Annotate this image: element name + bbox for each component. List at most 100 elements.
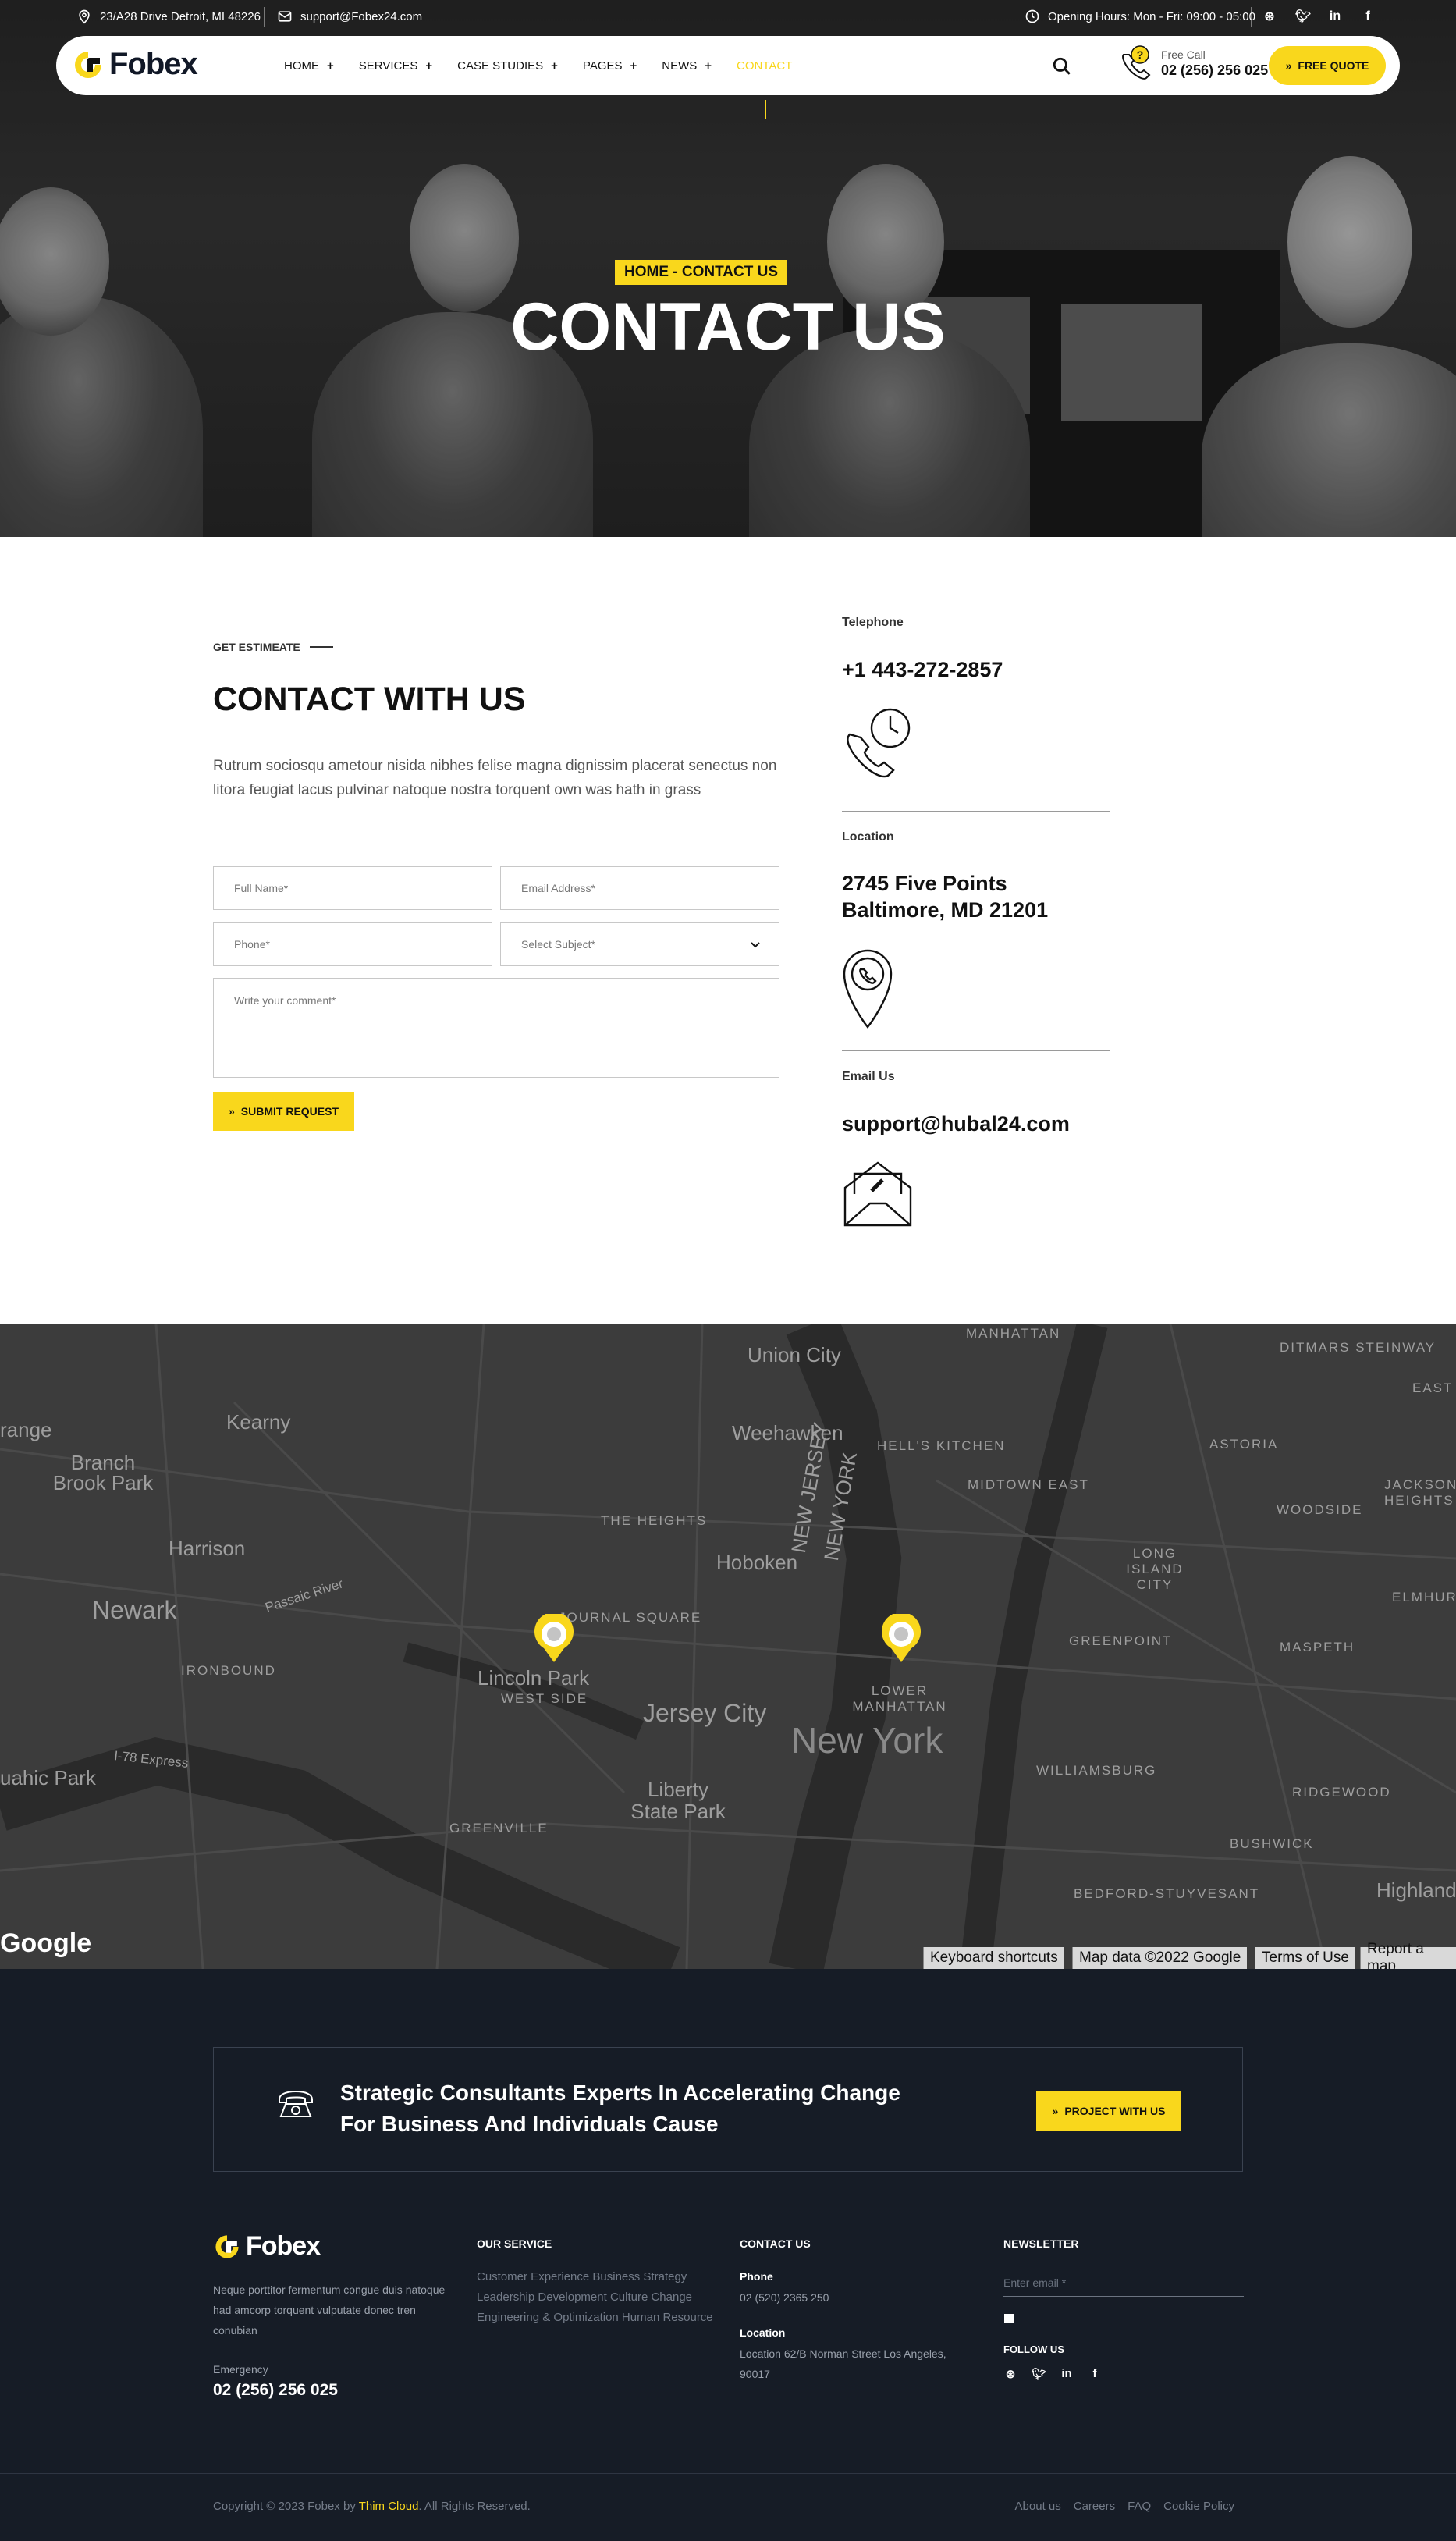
footer-phone[interactable]: 02 (520) 2365 250: [740, 2287, 829, 2308]
phone-placeholder: Phone*: [234, 938, 270, 951]
map-label: Newark: [92, 1596, 177, 1624]
map-label: EAST E: [1412, 1381, 1456, 1395]
facebook-icon[interactable]: f: [1088, 2367, 1102, 2381]
double-chevron-icon: »: [1052, 2105, 1059, 2117]
double-chevron-icon: »: [228, 1105, 235, 1118]
map-marker-icon[interactable]: [533, 1614, 575, 1664]
map-label: Jersey City: [643, 1699, 767, 1727]
map-report[interactable]: Report a map: [1360, 1941, 1456, 1969]
plus-icon: +: [630, 59, 637, 73]
twitter-icon[interactable]: 🐦︎: [1032, 2367, 1046, 2381]
topbar-email[interactable]: support@Fobex24.com: [277, 9, 422, 24]
search-icon[interactable]: [1052, 56, 1072, 76]
map-label: Kearny: [226, 1410, 291, 1434]
topbar-address-text: 23/A28 Drive Detroit, MI 48226: [100, 9, 261, 23]
menu-item-services[interactable]: SERVICES +: [359, 59, 432, 73]
section-eyebrow: GET ESTIMEATE: [213, 641, 333, 653]
footer-service-link[interactable]: Leadership Development Culture Change: [477, 2287, 692, 2308]
footer-link-careers[interactable]: Careers: [1074, 2500, 1115, 2513]
free-quote-button[interactable]: » FREE QUOTE: [1269, 46, 1386, 85]
newsletter-checkbox[interactable]: [1004, 2314, 1014, 2323]
map-label: GREENVILLE: [449, 1821, 549, 1836]
linkedin-icon[interactable]: in: [1328, 9, 1342, 23]
footer-link-faq[interactable]: FAQ: [1128, 2500, 1151, 2513]
subject-select[interactable]: Select Subject*: [500, 922, 779, 966]
map-label: Hoboken: [716, 1551, 798, 1574]
footer-link-cookie[interactable]: Cookie Policy: [1163, 2500, 1234, 2513]
menu-item-home[interactable]: HOME +: [284, 59, 334, 73]
facebook-icon[interactable]: f: [1361, 9, 1375, 23]
menu-item-label: CASE STUDIES: [457, 59, 544, 73]
project-with-us-button[interactable]: » PROJECT WITH US: [1036, 2091, 1181, 2131]
site-footer: Strategic Consultants Experts In Acceler…: [0, 1969, 1456, 2541]
map-label: JOURNAL SQUARE: [559, 1610, 702, 1625]
email-field[interactable]: Email Address*: [500, 866, 779, 910]
footer-link-about[interactable]: About us: [1015, 2500, 1061, 2513]
emergency-phone[interactable]: 02 (256) 256 025: [213, 2381, 338, 2400]
map-label: New York: [791, 1720, 943, 1761]
cta-text: Strategic Consultants Experts In Acceler…: [340, 2077, 900, 2140]
call-label: Free Call: [1161, 48, 1206, 61]
topbar-divider: [264, 7, 265, 27]
map-data-attribution[interactable]: Map data ©2022 Google: [1072, 1947, 1248, 1969]
main-menu: HOME + SERVICES + CASE STUDIES + PAGES + NEW…: [284, 36, 792, 119]
topbar-email-text[interactable]: support@Fobex24.com: [300, 10, 422, 23]
map-label: RIDGEWOOD: [1292, 1785, 1391, 1800]
copyright-brand-link[interactable]: Thim Cloud: [359, 2500, 419, 2513]
subject-selected-value: Select Subject*: [521, 938, 595, 951]
map-label: JACKSON HEIGHTS: [1384, 1477, 1456, 1508]
full-name-field[interactable]: Full Name*: [213, 866, 492, 910]
dribbble-icon[interactable]: ⊛: [1262, 9, 1277, 24]
telephone-value[interactable]: +1 443-272-2857: [842, 656, 1003, 683]
follow-us-label: FOLLOW US: [1003, 2344, 1064, 2355]
menu-item-case-studies[interactable]: CASE STUDIES +: [457, 59, 558, 73]
newsletter-email-input[interactable]: Enter email *: [1003, 2269, 1244, 2297]
phone-field[interactable]: Phone*: [213, 922, 492, 966]
footer-service-title: OUR SERVICE: [477, 2237, 552, 2250]
linkedin-icon[interactable]: in: [1060, 2367, 1074, 2381]
map-label: IRONBOUND: [181, 1663, 276, 1678]
eyebrow-line: [309, 646, 333, 648]
footer-logo[interactable]: Fobex: [213, 2231, 321, 2262]
comment-textarea[interactable]: Write your comment*: [213, 978, 779, 1078]
location-label: Location: [842, 830, 894, 844]
submit-request-button[interactable]: » SUBMIT REQUEST: [213, 1092, 354, 1131]
footer-location: Location 62/B Norman Street Los Angeles,…: [740, 2347, 946, 2380]
footer-bottom-links: About us Careers FAQ Cookie Policy: [1015, 2500, 1234, 2513]
logo-icon: [75, 51, 101, 78]
map-label: BUSHWICK: [1230, 1836, 1314, 1851]
map-label: LONG ISLAND CITY: [1126, 1546, 1184, 1592]
plus-icon: +: [425, 59, 433, 73]
copyright-post: . All Rights Reserved.: [418, 2500, 531, 2513]
site-logo[interactable]: Fobex: [72, 47, 198, 82]
contact-title: CONTACT WITH US: [213, 681, 526, 718]
map-label: ASTORIA: [1209, 1437, 1279, 1452]
map-label: uahic Park: [0, 1766, 96, 1789]
clock-icon: [1025, 9, 1039, 23]
map-section[interactable]: MANHATTAN Union City DITMARS STEINWAY EA…: [0, 1324, 1456, 1969]
free-call[interactable]: ? Free Call 02 (256) 256 025: [1117, 44, 1268, 83]
chevron-down-icon: [751, 942, 760, 948]
info-divider: [842, 1050, 1110, 1051]
copyright-pre: Copyright © 2023 Fobex by: [213, 2500, 359, 2513]
map-terms[interactable]: Terms of Use: [1255, 1947, 1355, 1969]
menu-item-pages[interactable]: PAGES +: [583, 59, 637, 73]
topbar-hours-text: Opening Hours: Mon - Fri: 09:00 - 05:00: [1048, 9, 1255, 23]
map-label: DITMARS STEINWAY: [1280, 1340, 1436, 1355]
footer-service-link[interactable]: Engineering & Optimization Human Resourc…: [477, 2308, 713, 2328]
email-value[interactable]: support@hubal24.com: [842, 1111, 1070, 1137]
newsletter-placeholder: Enter email *: [1003, 2276, 1067, 2289]
menu-item-contact[interactable]: CONTACT: [737, 59, 792, 119]
footer-social: ⊛ 🐦︎ in f: [1003, 2367, 1102, 2381]
map-label: range: [0, 1418, 52, 1441]
menu-item-news[interactable]: NEWS +: [662, 59, 712, 73]
twitter-icon[interactable]: 🐦︎: [1295, 9, 1311, 24]
google-logo[interactable]: Google: [0, 1928, 91, 1959]
map-label: Harrison: [169, 1537, 246, 1560]
map-marker-icon[interactable]: [880, 1614, 922, 1664]
map-pin-icon: [79, 9, 90, 24]
footer-service-link[interactable]: Customer Experience Business Strategy: [477, 2267, 687, 2287]
telephone-icon: [279, 2090, 313, 2117]
dribbble-icon[interactable]: ⊛: [1003, 2367, 1017, 2381]
map-keyboard-shortcuts[interactable]: Keyboard shortcuts: [923, 1947, 1064, 1969]
